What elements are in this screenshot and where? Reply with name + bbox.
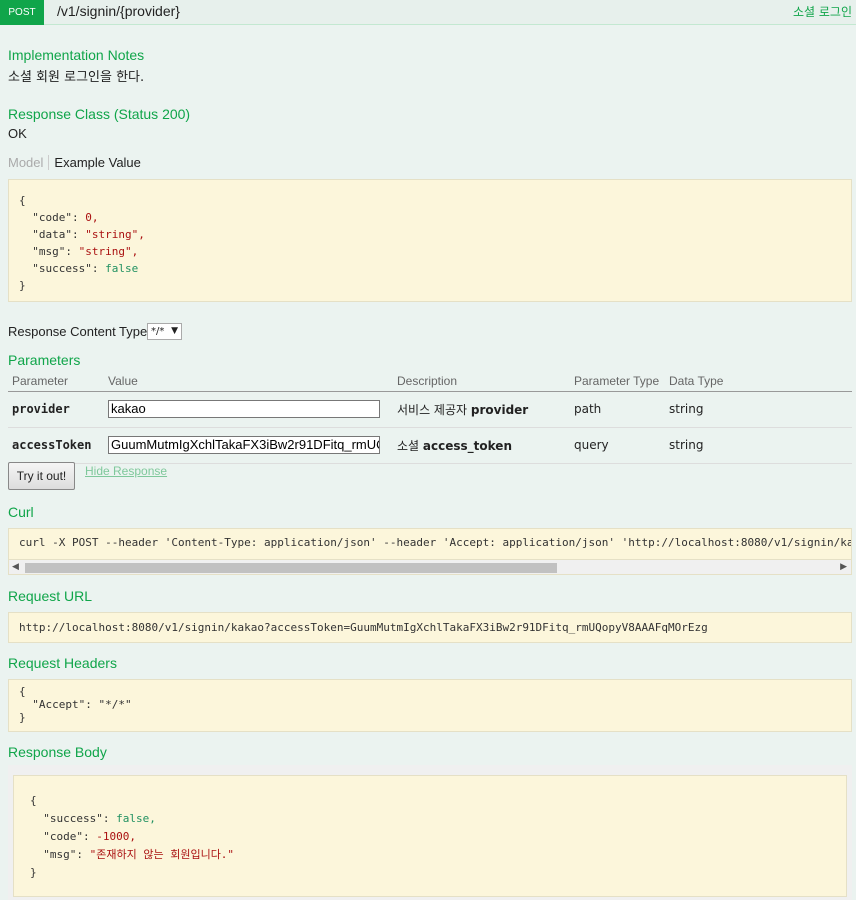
json-value: 0, [85,211,99,224]
json-value: false, [116,812,156,825]
json-key: "code" [43,830,83,843]
request-url-value: http://localhost:8080/v1/signin/kakao?ac… [19,621,708,634]
example-value-box[interactable]: { "code": 0, "data": "string", "msg": "s… [8,179,852,302]
endpoint-path[interactable]: /v1/signin/{provider} [57,3,180,19]
request-url-heading: Request URL [8,588,93,604]
column-header: Value [104,372,393,392]
response-body-wrapper: { "success": false, "code": -1000, "msg"… [8,765,852,900]
request-url-box[interactable]: http://localhost:8080/v1/signin/kakao?ac… [8,612,852,643]
json-brace: { [19,194,26,207]
json-key: "success" [43,812,103,825]
parameters-table: Parameter Value Description Parameter Ty… [8,372,852,464]
response-body-box[interactable]: { "success": false, "code": -1000, "msg"… [13,775,847,897]
scroll-left-icon[interactable]: ◀ [12,562,19,572]
json-brace: { [19,685,26,698]
provider-input[interactable]: kakao [108,400,380,418]
json-value: "*/*" [98,698,132,711]
response-class-heading: Response Class (Status 200) [8,106,191,122]
json-key: "msg" [43,848,77,861]
json-value: "존재하지 않는 회원입니다." [89,848,235,861]
curl-horizontal-scrollbar[interactable]: ◀ ▶ [8,559,852,575]
access-token-input[interactable]: GuumMutmIgXchlTakaFX3iBw2r91DFitq_rmUQop… [108,436,380,454]
curl-box[interactable]: curl -X POST --header 'Content-Type: app… [8,528,852,559]
tab-model[interactable]: Model [8,155,50,170]
response-content-type-value: */* [151,326,165,337]
param-description: 서비스 제공자 provider [393,391,570,428]
param-data-type: string [665,427,852,464]
tab-example-value[interactable]: Example Value [49,155,140,170]
json-key: "code" [32,211,72,224]
response-body-heading: Response Body [8,744,107,760]
param-name: accessToken [8,427,104,464]
hide-response-link[interactable]: Hide Response [85,464,167,478]
column-header: Parameter [8,372,104,392]
response-content-type-label: Response Content Type [8,324,148,339]
json-brace: } [19,711,26,724]
response-class-text: OK [8,126,27,141]
implementation-notes-heading: Implementation Notes [8,47,145,63]
param-description-strong: provider [470,402,529,417]
http-method-badge: POST [0,0,44,25]
endpoint-summary[interactable]: 소셜 로그인 [793,3,852,20]
request-headers-heading: Request Headers [8,655,117,671]
json-key: "Accept" [32,698,86,711]
parameters-header-row: Parameter Value Description Parameter Ty… [8,372,852,392]
json-key: "data" [32,228,72,241]
curl-command: curl -X POST --header 'Content-Type: app… [19,536,852,549]
scrollbar-thumb[interactable] [25,563,557,573]
param-type: path [570,391,665,428]
table-row: provider kakao 서비스 제공자 provider path str… [8,391,852,428]
implementation-notes-text: 소셜 회원 로그인을 한다. [8,70,145,85]
column-header: Data Type [665,372,852,392]
curl-heading: Curl [8,504,34,520]
param-description-text: 소셜 [397,438,420,453]
scroll-right-icon[interactable]: ▶ [840,562,847,572]
table-row: accessToken GuumMutmIgXchlTakaFX3iBw2r91… [8,427,852,464]
model-tabs: Model Example Value [8,155,141,173]
json-brace: } [30,866,37,879]
json-brace: } [19,279,26,292]
json-value: -1000, [96,830,136,843]
json-key: "success" [32,262,92,275]
dropdown-arrow-icon: ▼ [171,326,178,336]
json-value: "string", [85,228,145,241]
param-name: provider [8,391,104,428]
param-type: query [570,427,665,464]
column-header: Parameter Type [570,372,665,392]
parameters-heading: Parameters [8,352,81,368]
response-content-type-select[interactable]: */* ▼ [147,323,182,340]
json-brace: { [30,794,37,807]
json-key: "msg" [32,245,66,258]
param-description-text: 서비스 제공자 [397,402,468,417]
operation-header[interactable]: POST /v1/signin/{provider} 소셜 로그인 [0,0,856,25]
column-header: Description [393,372,570,392]
try-it-out-button[interactable]: Try it out! [8,462,75,490]
request-headers-box[interactable]: { "Accept": "*/*" } [8,679,852,732]
param-description: 소셜 access_token [393,427,570,464]
param-data-type: string [665,391,852,428]
json-value: "string", [78,245,139,258]
param-description-strong: access_token [422,438,512,453]
json-value: false [105,262,139,275]
